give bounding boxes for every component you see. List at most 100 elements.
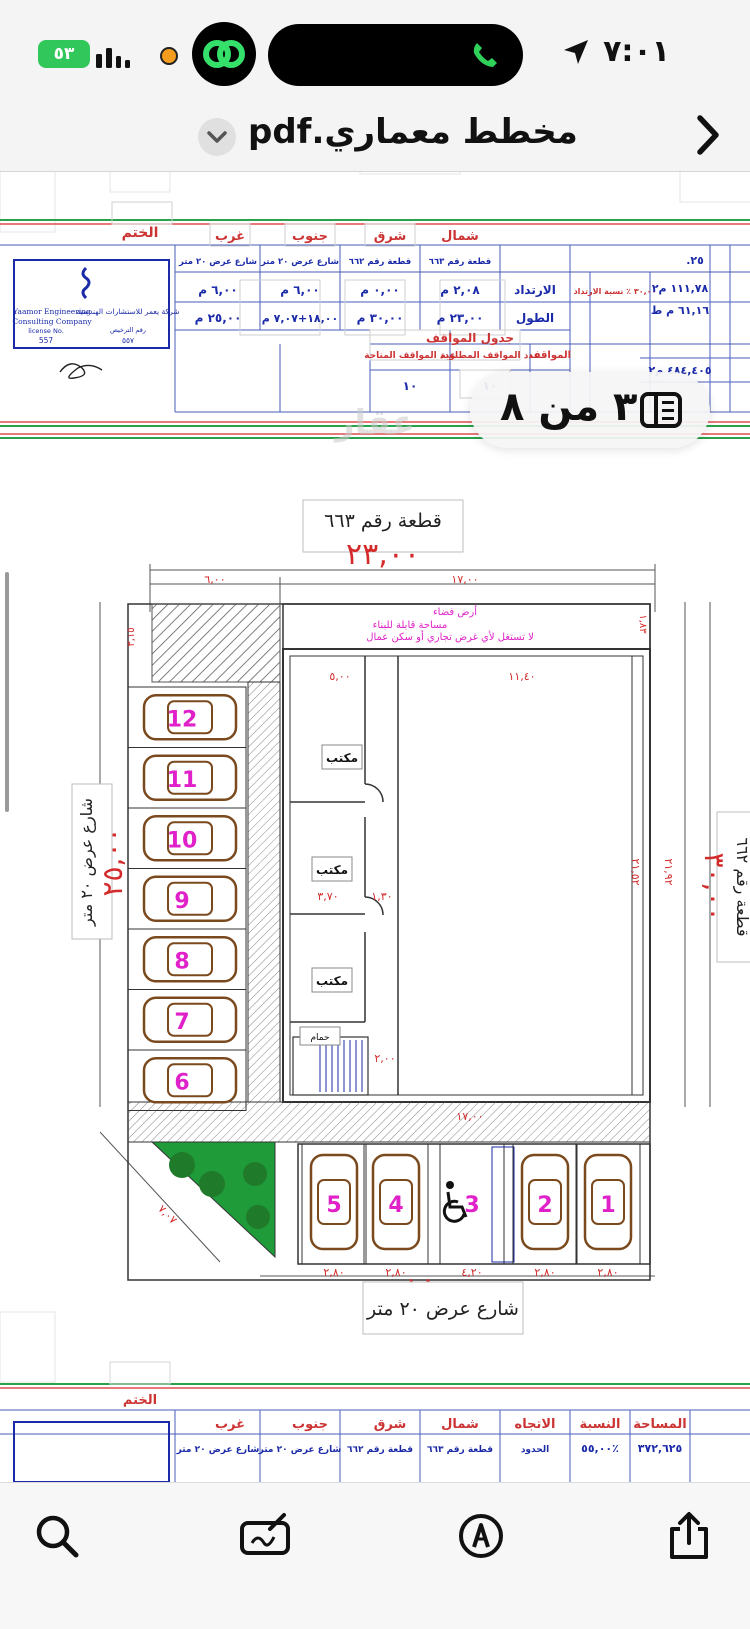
length-west: ٢٥,٠٠ م [195,311,242,326]
lower-cell-area: ٣٧٢,٦٢٥ [638,1442,683,1455]
south-wall [127,1101,651,1143]
dim-stair: ٢,٠٠ [374,1052,395,1065]
dim-bay-width: ٢,٨٠ [385,1266,406,1279]
lower-cell-north: قطعة رقم ٦٦٣ [427,1445,493,1455]
dim-east-setback: ١,٨٣ [637,614,648,634]
clock: ٧:٠١ [603,34,670,69]
parking-required-header: عدد المواقف المطلوبة [440,351,540,361]
north-plot-label: قطعة رقم ٦٦٣ [324,510,442,532]
cell-west-street: شارع عرض ٢٠ متر [178,257,257,267]
nav-bar: مخطط معماري.pdf [0,110,750,172]
paving-area [151,603,281,683]
header-stamp: الختم [122,225,159,241]
east-plot-label: قطعة رقم ٦٦٢ [732,837,750,936]
length-label: الطول [516,311,554,326]
buildable-area-label: مساحة قابلة للبناء [373,620,448,631]
office-rooms [290,656,384,1023]
length-east: ٣٠,٠٠ م [357,311,404,326]
car-icon [142,996,238,1043]
setback-label: الارتداد [514,283,556,297]
lower-header-west: غرب [215,1417,245,1432]
header-west: غرب [215,229,245,244]
page-indicator-text: ٣ من ٨ [500,384,638,430]
bath-label: حمام [310,1033,329,1043]
header-north: شمال [441,229,479,244]
location-arrow-icon [564,40,588,64]
search-icon[interactable] [32,1511,82,1561]
west-length-label: ٢٥,٠٠ [96,827,129,896]
dim-north-setback: ٣,١٥ [126,627,137,646]
dim-chamfer: ٧,٠٧ [155,1202,179,1226]
right-length: ٦١,١٦ م ط [651,304,709,317]
parking-number-11: 11 [167,768,198,793]
lower-header-direction: الاتجاه [515,1417,556,1432]
share-icon[interactable] [664,1511,714,1561]
west-wall [247,681,281,1103]
page-indicator[interactable]: ٣ من ٨ [470,372,710,448]
parking-number-8: 8 [174,949,189,974]
dim-west-setback: ٦,٠٠ [204,573,225,586]
pdf-viewport[interactable]: الختم غرب جنوب شرق شمال شارع عرض ٢٠ متر … [0,172,750,1482]
office-label-1: مكتب [326,751,358,765]
phone-call-icon [473,43,497,67]
app-activity-icon[interactable] [192,22,256,86]
stamp-license-en: license No. [28,327,64,335]
dim-office-width: ٥,٠٠ [329,670,350,683]
stamp-english-line2: Consulting Company [12,317,92,326]
dim-south-building: ١٧,٠٠ [456,1110,483,1123]
battery-indicator: ٥٣ [38,40,90,68]
lower-header-south: جنوب [292,1417,328,1432]
dynamic-island[interactable] [268,24,523,86]
car-icon [142,1057,238,1104]
stamp-license-number-ar: ٥٥٧ [122,336,134,345]
stamp-license-ar: رقم الترخيص [110,326,146,334]
setback-south: ٦,٠٠ م [280,283,320,298]
length-south: ١٨,٠٠+٧,٠٧ م [262,312,339,325]
dim-bay-width: ٢,٨٠ [597,1266,618,1279]
dim-bay-width: ٢,٨٠ [323,1266,344,1279]
car-icon [142,875,238,922]
chevron-right-icon[interactable] [688,110,728,160]
dim-corridor: ٣,٧٠ [317,890,338,903]
west-parking-bays: 12 11 10 9 8 7 6 [127,686,247,1111]
wheelchair-icon [442,1181,468,1223]
lower-header-ratio: النسبة [579,1417,620,1432]
parking-number-4: 4 [388,1193,403,1218]
signal-icon [96,48,130,68]
stair-steps [319,1040,363,1092]
parking-number-5: 5 [326,1193,341,1218]
right-ratio-small: .٢٥ [686,254,704,267]
title-menu-button[interactable] [198,118,236,156]
lower-cell-east: قطعة رقم ٦٦٢ [347,1445,413,1455]
lower-cell-west: شارع عرض ٢٠ متر [176,1445,260,1455]
parking-number-3: 3 [464,1193,479,1218]
document-title[interactable]: مخطط معماري.pdf [248,112,578,152]
dim-door: ١,٣٠ [371,890,392,903]
parking-number-1: 1 [600,1193,615,1218]
stamp-arabic-name: شركة يعمر للاستشارات الهندسية [77,307,180,316]
parking-number-9: 9 [174,889,189,914]
lower-header-east: شرق [374,1417,407,1432]
right-ratio: ٣٠,٠٠ ٪ نسبة الارتداد [574,287,657,296]
markup-pen-icon[interactable] [456,1511,506,1561]
stairwell [292,1036,369,1096]
sidebar-thumbnails-icon [640,392,682,428]
dim-hall-width: ١١,٤٠ [508,670,535,683]
stamp-license-number: 557 [39,336,54,345]
north-length-label: ٢٣,٠٠ [346,537,420,572]
dim-bay-width: ٢,٨٠ [534,1266,555,1279]
lower-header-north: شمال [441,1417,479,1432]
markup-signature-icon[interactable] [240,1511,290,1561]
scroll-indicator[interactable] [5,572,9,812]
parking-available: ١٠ [403,379,418,393]
parking-header: المواقف [529,350,571,361]
stamp-english-line1: Yaamor Engineering [12,307,91,316]
open-area-label: أرض فضاء [433,605,477,618]
parking-table-title: جدول المواقف [426,331,514,346]
setback-north: ٢,٠٨ م [440,283,480,298]
battery-level: ٥٣ [53,44,75,64]
south-street-label: شارع عرض ٢٠ متر [366,1298,519,1320]
office-label-2: مكتب [316,863,348,877]
setback-east: ٠,٠٠ م [360,283,400,298]
office-label-3: مكتب [316,974,348,988]
